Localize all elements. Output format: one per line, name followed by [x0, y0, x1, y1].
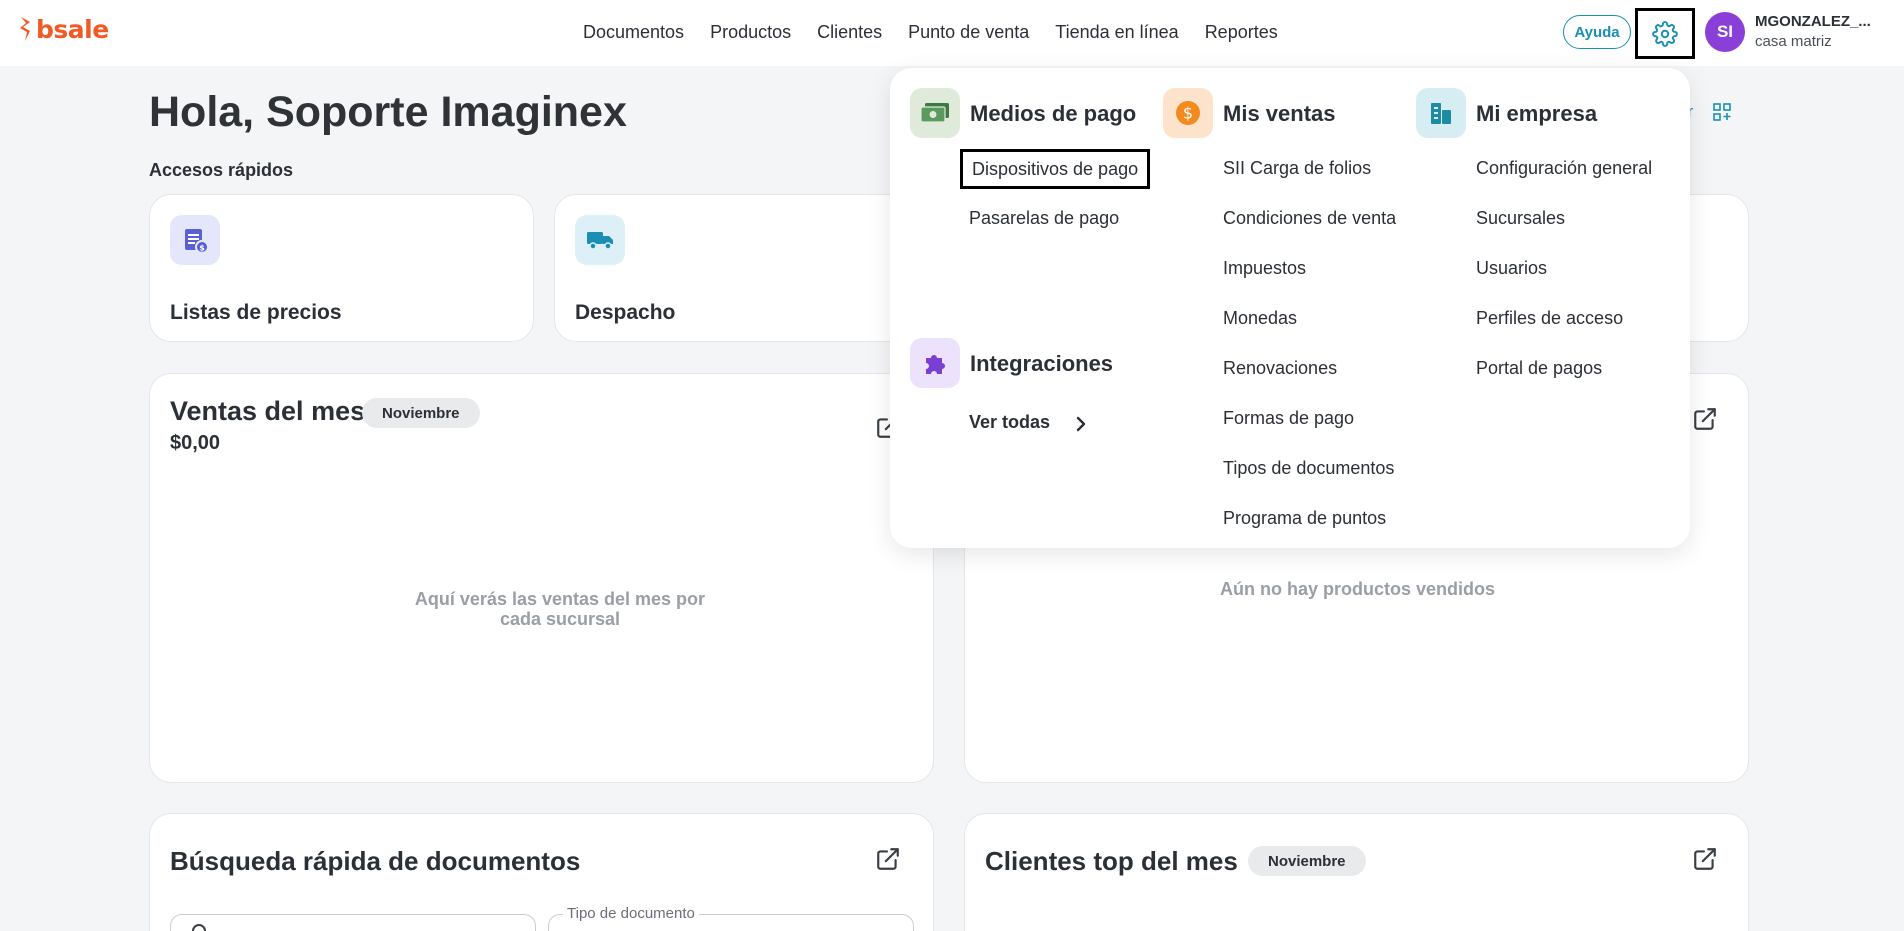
- menu-item-branches[interactable]: Sucursales: [1476, 207, 1565, 229]
- quick-card-label: Despacho: [575, 301, 676, 324]
- price-list-icon: $: [170, 215, 220, 265]
- search-icon: [192, 924, 206, 931]
- bsale-logo[interactable]: bsale: [17, 16, 109, 42]
- document-type-select[interactable]: Tipo de documento: [548, 905, 914, 931]
- top-bar: bsale Documentos Productos Clientes Punt…: [0, 0, 1904, 66]
- sales-widget-title: Ventas del mes: [170, 396, 366, 426]
- top-clients-widget: Clientes top del mes Noviembre: [964, 813, 1749, 931]
- nav-reportes[interactable]: Reportes: [1205, 20, 1278, 44]
- sales-widget: Ventas del mes Noviembre $0,00 Aquí verá…: [149, 373, 934, 783]
- svg-text:$: $: [199, 244, 205, 253]
- section-title-payments: Medios de pago: [970, 101, 1137, 126]
- search-input[interactable]: [170, 914, 536, 931]
- top-clients-title: Clientes top del mes: [985, 846, 1238, 876]
- quick-card-price-lists[interactable]: $ Listas de precios: [149, 194, 534, 342]
- chevron-right-icon[interactable]: [1075, 414, 1087, 434]
- section-title-sales: Mis ventas: [1223, 101, 1336, 126]
- puzzle-icon: [910, 338, 960, 388]
- truck-icon: [575, 215, 625, 265]
- settings-button[interactable]: [1635, 8, 1695, 59]
- building-icon: [1416, 88, 1466, 138]
- month-badge: Noviembre: [362, 398, 480, 428]
- quick-card-label: Listas de precios: [170, 301, 342, 324]
- logo-text: bsale: [36, 14, 109, 44]
- products-empty-message: Aún no hay productos vendidos: [1219, 579, 1495, 599]
- nav-productos[interactable]: Productos: [710, 20, 791, 44]
- open-external-icon[interactable]: [875, 846, 901, 872]
- document-type-label: Tipo de documento: [563, 905, 699, 922]
- menu-item-payment-methods[interactable]: Formas de pago: [1223, 407, 1354, 429]
- menu-item-renewals[interactable]: Renovaciones: [1223, 357, 1337, 379]
- section-title-company: Mi empresa: [1476, 101, 1598, 126]
- dollar-coin-icon: $: [1163, 88, 1213, 138]
- svg-text:$: $: [1183, 104, 1193, 123]
- menu-item-users[interactable]: Usuarios: [1476, 257, 1547, 279]
- menu-item-currencies[interactable]: Monedas: [1223, 307, 1297, 329]
- sales-amount: $0,00: [170, 432, 221, 454]
- menu-item-document-types[interactable]: Tipos de documentos: [1223, 457, 1394, 479]
- menu-item-general-settings[interactable]: Configuración general: [1476, 157, 1652, 179]
- nav-documentos[interactable]: Documentos: [583, 20, 684, 44]
- menu-item-sii-folios[interactable]: SII Carga de folios: [1223, 157, 1371, 179]
- menu-item-payment-portal[interactable]: Portal de pagos: [1476, 357, 1602, 379]
- month-badge: Noviembre: [1248, 846, 1366, 876]
- quick-search-title: Búsqueda rápida de documentos: [170, 846, 581, 876]
- open-external-icon[interactable]: [1692, 846, 1718, 872]
- user-name[interactable]: MGONZALEZ_...: [1755, 13, 1871, 30]
- quick-search-widget: Búsqueda rápida de documentos Tipo de do…: [149, 813, 934, 931]
- grid-add-icon[interactable]: [1713, 103, 1731, 121]
- menu-item-taxes[interactable]: Impuestos: [1223, 257, 1306, 279]
- avatar[interactable]: SI: [1705, 12, 1745, 52]
- nav-clientes[interactable]: Clientes: [817, 20, 882, 44]
- page-title: Hola, Soporte Imaginex: [149, 88, 627, 136]
- section-title-integrations: Integraciones: [970, 351, 1114, 376]
- menu-item-points-program[interactable]: Programa de puntos: [1223, 507, 1386, 529]
- see-all-integrations-link[interactable]: Ver todas: [969, 412, 1050, 433]
- menu-item-payment-gateways[interactable]: Pasarelas de pago: [969, 207, 1119, 229]
- user-branch: casa matriz: [1755, 33, 1832, 50]
- bsale-logo-mark-icon: [20, 17, 30, 41]
- menu-item-payment-devices[interactable]: Dispositivos de pago: [960, 149, 1151, 189]
- menu-item-access-profiles[interactable]: Perfiles de acceso: [1476, 307, 1623, 329]
- nav-punto-de-venta[interactable]: Punto de venta: [908, 20, 1029, 44]
- open-external-icon[interactable]: [1692, 406, 1718, 432]
- help-button[interactable]: Ayuda: [1563, 15, 1631, 49]
- quick-card-dispatch[interactable]: Despacho: [554, 194, 939, 342]
- main-nav: Documentos Productos Clientes Punto de v…: [583, 20, 1278, 44]
- gear-icon: [1652, 20, 1678, 47]
- settings-dropdown: Medios de pago Dispositivos de pago Pasa…: [890, 68, 1690, 548]
- cash-icon: [910, 88, 960, 138]
- menu-item-sale-conditions[interactable]: Condiciones de venta: [1223, 207, 1396, 229]
- nav-tienda-en-linea[interactable]: Tienda en línea: [1055, 20, 1178, 44]
- quick-access-heading: Accesos rápidos: [149, 160, 294, 180]
- sales-empty-message: Aquí verás las ventas del mes por cada s…: [414, 589, 706, 629]
